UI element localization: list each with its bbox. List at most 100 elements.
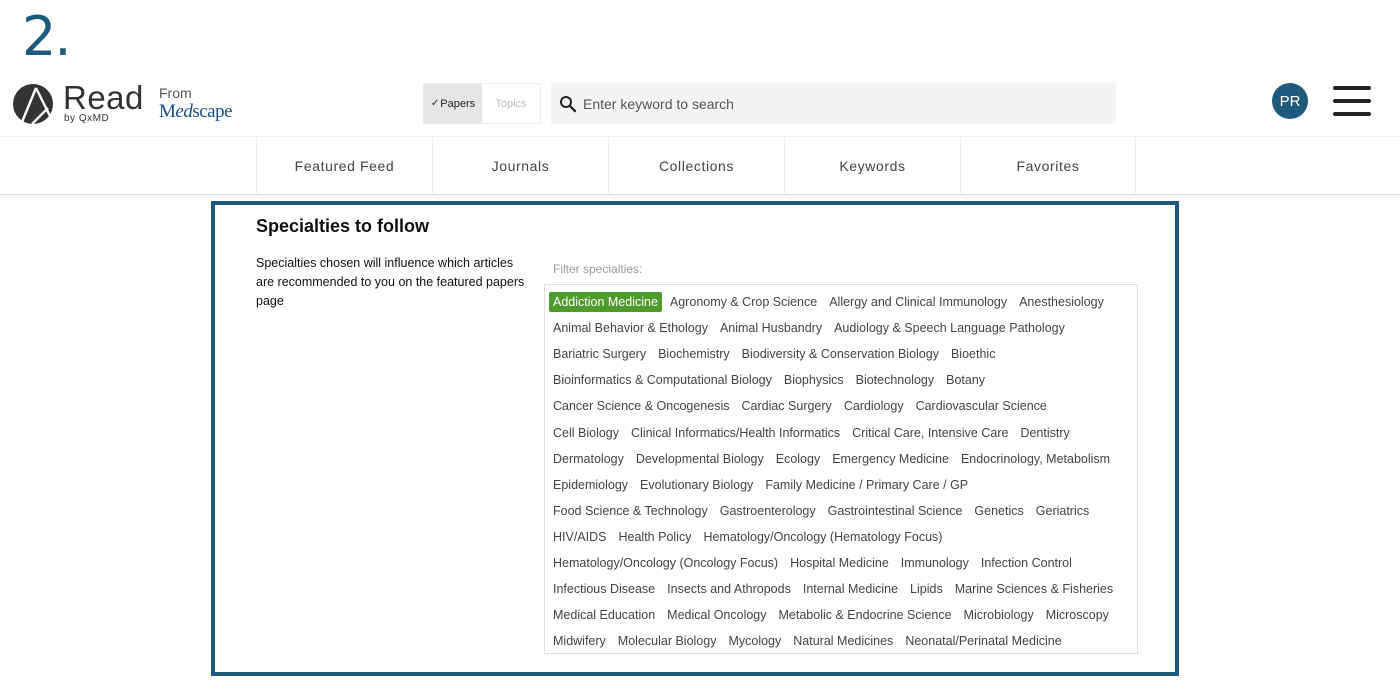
specialty-chip[interactable]: Cell Biology — [549, 423, 623, 443]
nav-journals[interactable]: Journals — [432, 137, 608, 194]
specialty-row: Animal Behavior & Ethology Animal Husband… — [549, 315, 1133, 341]
specialty-chip[interactable]: Cancer Science & Oncogenesis — [549, 396, 733, 416]
checkmark-icon: ✓ — [430, 98, 440, 109]
specialty-chip[interactable]: Health Policy — [615, 527, 696, 547]
specialty-chip[interactable]: Genetics — [970, 501, 1027, 521]
read-logo-icon — [13, 84, 53, 125]
specialty-chip[interactable]: Medical Oncology — [663, 605, 770, 625]
specialty-row: Medical Education Medical Oncology Metabol… — [549, 602, 1133, 628]
toggle-topics-label: Topics — [495, 97, 527, 110]
logo-brand: Read — [63, 79, 144, 116]
specialty-chip[interactable]: Hospital Medicine — [786, 553, 893, 573]
specialty-chip-selected[interactable]: Addiction Medicine — [549, 292, 662, 313]
specialty-chip[interactable]: Biophysics — [780, 370, 848, 390]
specialty-row: Dermatology Developmental Biology Ecology E… — [549, 446, 1133, 472]
medscape-logo: Medscape — [159, 101, 233, 122]
specialty-row: Epidemiology Evolutionary Biology Family M… — [549, 472, 1133, 498]
specialty-chip[interactable]: Bioethic — [947, 344, 999, 364]
nav-featured-feed[interactable]: Featured Feed — [256, 137, 432, 194]
toggle-topics[interactable]: Topics — [482, 84, 540, 123]
read-logo[interactable]: Read by QxMD From Medscape — [12, 79, 252, 128]
specialty-chip[interactable]: Biodiversity & Conservation Biology — [738, 344, 943, 364]
specialty-row: Infectious Disease Insects and Athropods I… — [549, 576, 1133, 602]
specialty-row: Food Science & Technology Gastroenterolog… — [549, 498, 1133, 524]
specialty-chip[interactable]: Epidemiology — [549, 475, 632, 495]
specialty-chip[interactable]: Microscopy — [1042, 605, 1113, 625]
specialty-chip[interactable]: Emergency Medicine — [828, 449, 953, 469]
specialty-chip[interactable]: Medical Education — [549, 605, 659, 625]
specialty-chip[interactable]: Biotechnology — [852, 370, 939, 390]
specialty-chip[interactable]: Family Medicine / Primary Care / GP — [761, 475, 972, 495]
specialty-row: HIV/AIDS Health Policy Hematology/Oncology… — [549, 524, 1133, 550]
specialty-chip[interactable]: Gastrointestinal Science — [824, 501, 967, 521]
specialty-chip[interactable]: Dentistry — [1016, 423, 1073, 443]
search-input[interactable] — [581, 94, 1105, 113]
specialty-row: Cancer Science & Oncogenesis Cardiac Surg… — [549, 393, 1133, 419]
specialty-chip[interactable]: Hematology/Oncology (Hematology Focus) — [699, 527, 946, 547]
user-avatar[interactable]: PR — [1272, 83, 1308, 119]
specialty-chip[interactable]: Internal Medicine — [799, 579, 902, 599]
specialty-chip[interactable]: Cardiac Surgery — [737, 396, 835, 416]
specialty-chip[interactable]: Infection Control — [977, 553, 1076, 573]
specialty-chip[interactable]: Geriatrics — [1032, 501, 1093, 521]
step-number: 2. — [22, 5, 72, 68]
specialty-chip[interactable]: Critical Care, Intensive Care — [848, 423, 1012, 443]
specialty-chip[interactable]: Evolutionary Biology — [636, 475, 757, 495]
logo-byline: by QxMD — [64, 113, 110, 124]
specialty-row: Bioinformatics & Computational Biology Bi… — [549, 367, 1133, 393]
panel-title: Specialties to follow — [256, 216, 430, 236]
toggle-papers-label: Papers — [440, 97, 476, 110]
specialties-panel: Specialties to follow Specialties chosen… — [211, 201, 1179, 676]
specialty-row: Midwifery Molecular Biology Mycology Natura… — [549, 628, 1133, 653]
specialty-chip[interactable]: Mycology — [724, 631, 785, 651]
specialty-chip[interactable]: Agronomy & Crop Science — [666, 292, 821, 312]
specialty-chip[interactable]: Insects and Athropods — [663, 579, 795, 599]
main-nav: Featured Feed Journals Collections Keywo… — [256, 137, 1136, 194]
nav-keywords[interactable]: Keywords — [784, 137, 960, 194]
specialty-chip[interactable]: Cardiovascular Science — [912, 396, 1051, 416]
panel-description: Specialties chosen will influence which … — [256, 256, 525, 308]
specialty-chip[interactable]: Bioinformatics & Computational Biology — [549, 370, 776, 390]
specialty-chip[interactable]: Marine Sciences & Fisheries — [951, 579, 1117, 599]
specialty-chip[interactable]: Ecology — [772, 449, 824, 469]
specialty-chip[interactable]: Allergy and Clinical Immunology — [825, 292, 1011, 312]
papers-topics-toggle: ✓ Papers Topics — [423, 83, 541, 124]
specialty-chip[interactable]: Infectious Disease — [549, 579, 659, 599]
specialty-chip[interactable]: Botany — [942, 370, 989, 390]
hamburger-menu-icon[interactable] — [1333, 86, 1371, 116]
specialty-chip[interactable]: Audiology & Speech Language Pathology — [830, 318, 1069, 338]
specialty-chip[interactable]: Natural Medicines — [789, 631, 897, 651]
specialties-list: Addiction Medicine Agronomy & Crop Scienc… — [544, 284, 1138, 654]
specialty-chip[interactable]: Molecular Biology — [614, 631, 721, 651]
toggle-papers[interactable]: ✓ Papers — [424, 84, 482, 123]
specialty-chip[interactable]: Food Science & Technology — [549, 501, 712, 521]
nav-favorites[interactable]: Favorites — [960, 137, 1136, 194]
specialty-chip[interactable]: Animal Behavior & Ethology — [549, 318, 712, 338]
specialty-chip[interactable]: Biochemistry — [654, 344, 734, 364]
specialty-chip[interactable]: Neonatal/Perinatal Medicine — [901, 631, 1065, 651]
specialty-chip[interactable]: Hematology/Oncology (Oncology Focus) — [549, 553, 782, 573]
search-icon — [560, 95, 577, 112]
specialty-row: Cell Biology Clinical Informatics/Health … — [549, 419, 1133, 445]
nav-collections[interactable]: Collections — [608, 137, 784, 194]
specialty-chip[interactable]: Clinical Informatics/Health Informatics — [627, 423, 844, 443]
specialty-row: Hematology/Oncology (Oncology Focus) Hosp… — [549, 550, 1133, 576]
specialty-chip[interactable]: Developmental Biology — [632, 449, 768, 469]
specialty-chip[interactable]: Midwifery — [549, 631, 610, 651]
specialty-chip[interactable]: Metabolic & Endocrine Science — [775, 605, 956, 625]
specialty-chip[interactable]: HIV/AIDS — [549, 527, 611, 547]
specialty-chip[interactable]: Cardiology — [840, 396, 908, 416]
specialty-chip[interactable]: Bariatric Surgery — [549, 344, 650, 364]
specialty-chip[interactable]: Endocrinology, Metabolism — [957, 449, 1114, 469]
specialty-chip[interactable]: Lipids — [906, 579, 947, 599]
main-nav-bar: Featured Feed Journals Collections Keywo… — [0, 136, 1400, 195]
specialty-chip[interactable]: Immunology — [897, 553, 973, 573]
specialty-chip[interactable]: Animal Husbandry — [716, 318, 826, 338]
specialty-chip[interactable]: Gastroenterology — [716, 501, 820, 521]
specialty-chip[interactable]: Microbiology — [960, 605, 1038, 625]
specialty-row: Addiction Medicine Agronomy & Crop Scienc… — [549, 289, 1133, 315]
logo-from: From — [159, 85, 192, 101]
specialty-chip[interactable]: Anesthesiology — [1015, 292, 1108, 312]
filter-specialties-label: Filter specialties: — [553, 262, 643, 276]
specialty-chip[interactable]: Dermatology — [549, 449, 628, 469]
